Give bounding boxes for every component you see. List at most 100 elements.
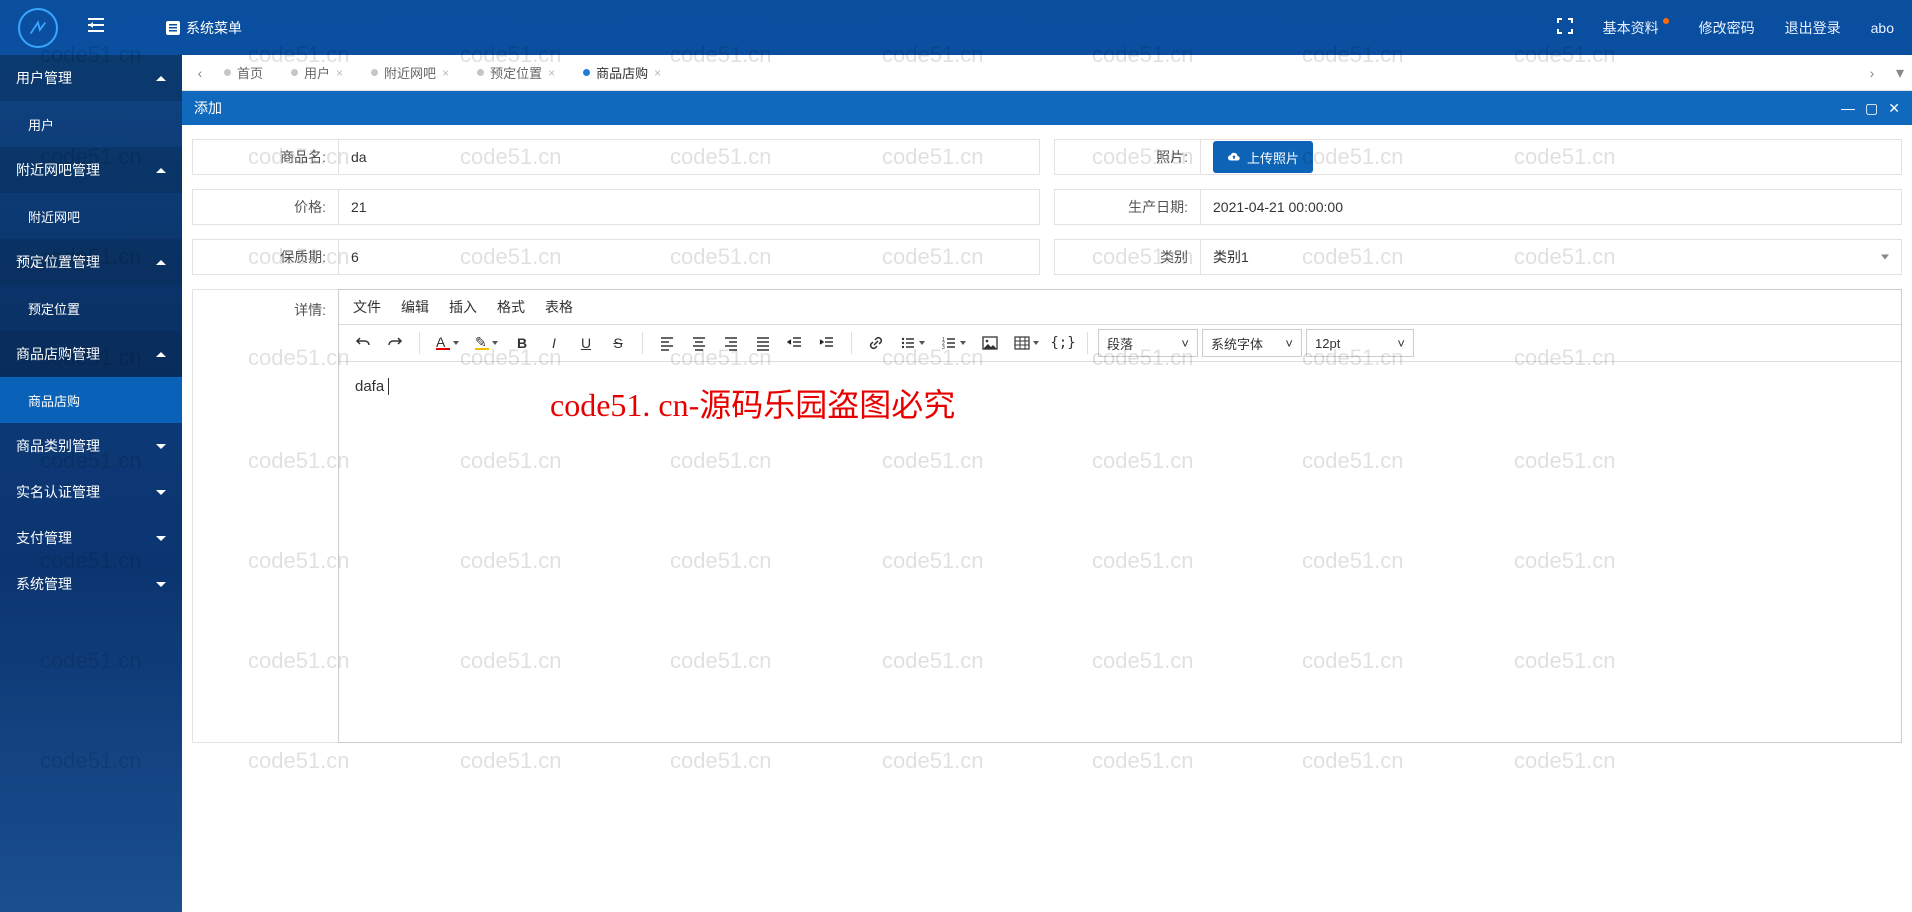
price-label: 价格: (193, 190, 339, 224)
tab-user[interactable]: 用户× (277, 55, 357, 90)
shelf-input[interactable] (339, 240, 1039, 274)
tab-home[interactable]: 首页 (210, 55, 277, 90)
notification-dot (1663, 18, 1669, 24)
minimize-button[interactable]: — (1841, 100, 1855, 117)
align-justify-button[interactable] (749, 329, 777, 357)
bullet-icon (477, 69, 484, 76)
username[interactable]: abo (1871, 20, 1894, 36)
category-label: 类别 (1055, 240, 1201, 274)
fullscreen-button[interactable] (1557, 18, 1573, 37)
date-label: 生产日期: (1055, 190, 1201, 224)
menu-table[interactable]: 表格 (545, 297, 573, 317)
align-right-icon (723, 335, 739, 351)
nav-group-booking[interactable]: 预定位置管理 (0, 239, 182, 285)
nav-group-shop[interactable]: 商品店购管理 (0, 331, 182, 377)
nav-group-users[interactable]: 用户管理 (0, 55, 182, 101)
strike-button[interactable]: S (604, 329, 632, 357)
table-button[interactable] (1008, 329, 1045, 357)
font-family-select[interactable]: 系统字体˅ (1202, 329, 1302, 357)
close-icon[interactable]: × (548, 66, 555, 80)
date-input[interactable] (1201, 190, 1901, 224)
nav-group-system[interactable]: 系统管理 (0, 561, 182, 607)
block-format-select[interactable]: 段落˅ (1098, 329, 1198, 357)
change-password-link[interactable]: 修改密码 (1699, 18, 1755, 38)
sidebar-toggle[interactable] (88, 18, 104, 37)
editor-content[interactable]: dafa (339, 362, 1901, 742)
align-left-button[interactable] (653, 329, 681, 357)
nav-item-user[interactable]: 用户 (0, 101, 182, 147)
underline-button[interactable]: U (572, 329, 600, 357)
menu-icon (166, 21, 180, 35)
font-size-select[interactable]: 12pt˅ (1306, 329, 1414, 357)
menu-edit[interactable]: 编辑 (401, 297, 429, 317)
price-input[interactable] (339, 190, 1039, 224)
tab-bar: ‹ 首页 用户× 附近网吧× 预定位置× 商品店购× › ▾ (182, 55, 1912, 91)
tab-scroll-right[interactable]: › (1862, 65, 1882, 81)
bullet-list-button[interactable] (894, 329, 931, 357)
bullet-icon (371, 69, 378, 76)
chevron-up-icon (156, 352, 166, 357)
chevron-down-icon (156, 490, 166, 495)
chevron-down-icon (156, 536, 166, 541)
image-icon (982, 335, 998, 351)
nav-group-category[interactable]: 商品类别管理 (0, 423, 182, 469)
nav-item-booking[interactable]: 预定位置 (0, 285, 182, 331)
image-button[interactable] (976, 329, 1004, 357)
tab-shop[interactable]: 商品店购× (569, 55, 675, 90)
svg-text:3: 3 (942, 345, 945, 351)
system-menu[interactable]: 系统菜单 (166, 18, 242, 38)
link-button[interactable] (862, 329, 890, 357)
upload-photo-button[interactable]: 上传照片 (1213, 141, 1313, 173)
editor-menubar: 文件 编辑 插入 格式 表格 (339, 290, 1901, 324)
menu-insert[interactable]: 插入 (449, 297, 477, 317)
nav-item-netbar[interactable]: 附近网吧 (0, 193, 182, 239)
number-list-button[interactable]: 123 (935, 329, 972, 357)
text-color-button[interactable]: A (430, 329, 465, 357)
tab-more[interactable]: ▾ (1896, 63, 1904, 83)
detail-label: 详情: (192, 289, 338, 743)
maximize-button[interactable]: ▢ (1865, 100, 1878, 117)
chevron-down-icon (156, 444, 166, 449)
chevron-down-icon (1033, 341, 1039, 345)
tab-booking[interactable]: 预定位置× (463, 55, 569, 90)
menu-format[interactable]: 格式 (497, 297, 525, 317)
bullet-icon (583, 69, 590, 76)
align-center-button[interactable] (685, 329, 713, 357)
tab-scroll-left[interactable]: ‹ (190, 65, 210, 81)
close-icon[interactable]: × (442, 66, 449, 80)
nav-item-shop[interactable]: 商品店购 (0, 377, 182, 423)
close-button[interactable]: ✕ (1888, 100, 1900, 117)
nav-group-realname[interactable]: 实名认证管理 (0, 469, 182, 515)
menu-file[interactable]: 文件 (353, 297, 381, 317)
undo-button[interactable] (349, 329, 377, 357)
panel-title: 添加 (194, 98, 222, 118)
chevron-down-icon (960, 341, 966, 345)
bullet-list-icon (900, 335, 916, 351)
tab-netbar[interactable]: 附近网吧× (357, 55, 463, 90)
nav-group-payment[interactable]: 支付管理 (0, 515, 182, 561)
indent-button[interactable] (813, 329, 841, 357)
code-button[interactable]: {;} (1049, 329, 1077, 357)
logout-link[interactable]: 退出登录 (1785, 18, 1841, 38)
name-input[interactable] (339, 140, 1039, 174)
close-icon[interactable]: × (654, 66, 661, 80)
align-justify-icon (755, 335, 771, 351)
bold-button[interactable]: B (508, 329, 536, 357)
redo-icon (387, 335, 403, 351)
nav-group-netbar[interactable]: 附近网吧管理 (0, 147, 182, 193)
profile-link[interactable]: 基本资料 (1603, 18, 1669, 38)
name-label: 商品名: (193, 140, 339, 174)
outdent-button[interactable] (781, 329, 809, 357)
system-menu-label: 系统菜单 (186, 18, 242, 38)
close-icon[interactable]: × (336, 66, 343, 80)
link-icon (868, 335, 884, 351)
highlight-button[interactable]: ✎ (469, 329, 504, 357)
chevron-up-icon (156, 260, 166, 265)
align-right-button[interactable] (717, 329, 745, 357)
number-list-icon: 123 (941, 335, 957, 351)
form: 商品名: 照片: 上传照片 价格: 生产日期: (182, 125, 1912, 289)
category-select[interactable] (1201, 240, 1901, 274)
redo-button[interactable] (381, 329, 409, 357)
italic-button[interactable]: I (540, 329, 568, 357)
indent-icon (819, 335, 835, 351)
